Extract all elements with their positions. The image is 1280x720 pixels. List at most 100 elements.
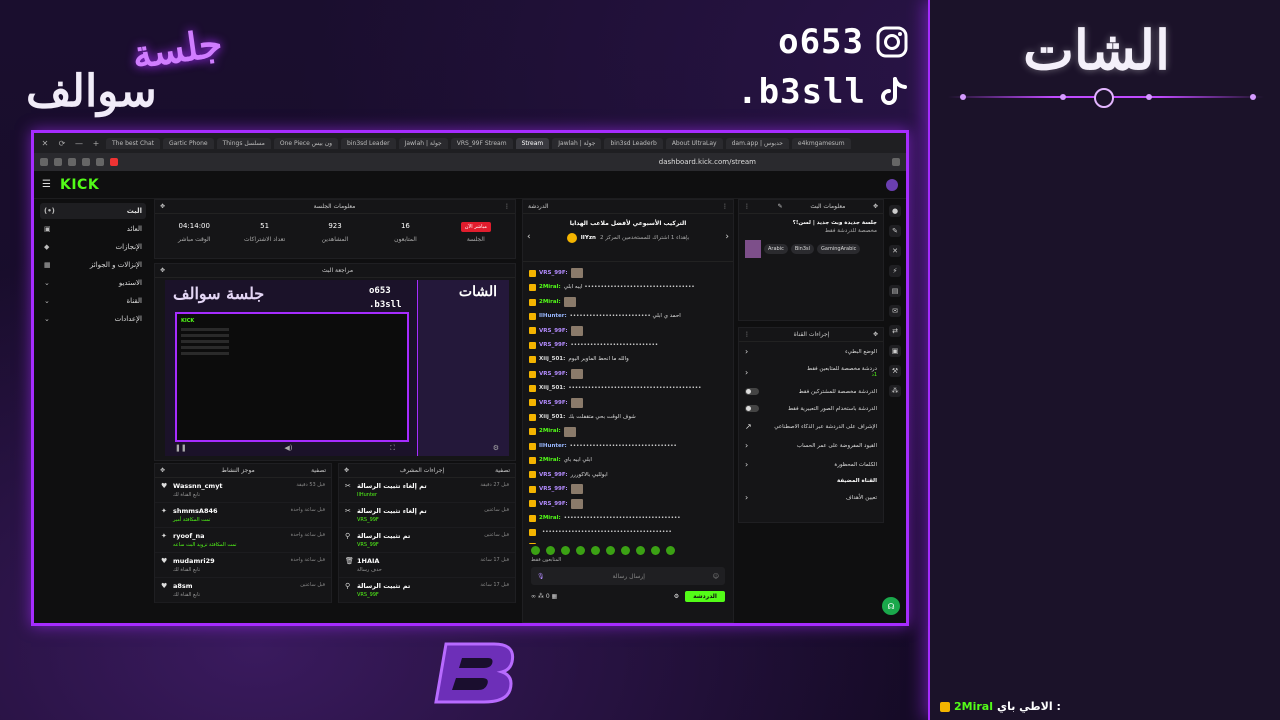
more-options-icon[interactable]: ⋮ <box>744 331 750 338</box>
edit-icon[interactable]: ✎ <box>889 225 901 237</box>
followers-only-row[interactable]: دردشة مخصصة للمتابعين فقط 1د › <box>739 361 883 383</box>
emote-icon[interactable] <box>591 546 600 555</box>
chat-username[interactable]: Xiij_501: <box>539 352 565 366</box>
drag-handle-icon[interactable]: ✥ <box>160 203 165 210</box>
more-options-icon[interactable]: ⋮ <box>722 203 728 210</box>
emote-icon[interactable] <box>636 546 645 555</box>
browser-tab[interactable]: bin3sd Leader <box>341 137 396 149</box>
chat-username[interactable]: VRS_99F: <box>539 367 568 381</box>
filter-button[interactable]: تصفية <box>495 467 510 474</box>
extension-icon[interactable] <box>68 158 76 166</box>
volume-icon[interactable]: ◀) <box>284 444 292 454</box>
browser-tab[interactable]: About UltraLay <box>665 137 723 149</box>
chat-username[interactable]: VRS_99F: <box>539 482 568 496</box>
rail-icon[interactable]: ⚡ <box>889 265 901 277</box>
tag-chip[interactable]: GamingArabic <box>817 244 861 254</box>
sidebar-item-achievements[interactable]: الإنجازات ◆ <box>40 239 146 255</box>
minimize-icon[interactable]: — <box>72 139 86 148</box>
headset-icon[interactable]: ☊ <box>882 597 900 615</box>
extension-icon[interactable] <box>82 158 90 166</box>
chat-icon[interactable]: ✉ <box>889 305 901 317</box>
sidebar-item-channel[interactable]: القناة ⌄ <box>40 293 146 309</box>
rail-icon[interactable]: ▣ <box>889 345 901 357</box>
chevron-right-icon[interactable]: › <box>725 232 729 242</box>
emote-icon[interactable] <box>531 546 540 555</box>
subscribers-only-toggle[interactable] <box>745 388 759 395</box>
banned-words-row[interactable]: الكلمات المحظورة › <box>739 455 883 474</box>
bookmark-icon[interactable] <box>892 158 900 166</box>
chat-username[interactable]: 2Miral: <box>539 453 561 467</box>
browser-tab[interactable]: Jawlah | جولة <box>398 137 448 149</box>
chat-username[interactable]: VRS_99F: <box>539 266 568 280</box>
chat-username[interactable]: IlHunter: <box>539 439 567 453</box>
address-bar[interactable]: dashboard.kick.com/stream <box>124 158 886 166</box>
reload-icon[interactable]: ⟳ <box>55 139 69 148</box>
drag-handle-icon[interactable]: ✥ <box>344 467 349 474</box>
rail-icon[interactable]: ⁂ <box>889 385 901 397</box>
browser-tab[interactable]: Jawlah | جولة <box>552 137 602 149</box>
browser-tab[interactable]: Gartic Phone <box>162 137 214 149</box>
tag-chip[interactable]: Arabic <box>764 244 788 254</box>
chat-username[interactable]: 2Miral: <box>539 280 561 294</box>
tag-chip[interactable]: Bin3sl <box>790 244 815 254</box>
browser-tab[interactable]: VRS_99F Stream <box>450 137 513 149</box>
chat-send-button[interactable]: الدردشة <box>685 591 725 602</box>
chat-username[interactable]: 2Miral: <box>539 540 561 545</box>
chat-username[interactable]: VRS_99F: <box>539 396 568 410</box>
sidebar-item-settings[interactable]: الإعدادات ⌄ <box>40 311 146 327</box>
pinned-message[interactable]: ‹ › التركيب الأسبوعي لأفضل ملاعب الهدايا… <box>523 214 733 262</box>
close-icon[interactable]: ✕ <box>38 139 52 148</box>
sidebar-item-studio[interactable]: الاستديو ⌄ <box>40 275 146 291</box>
ai-moderation-row[interactable]: الإشراف على الدردشة عبر الذكاء الاصطناعي… <box>739 417 883 436</box>
emotes-only-toggle[interactable] <box>745 405 759 412</box>
chat-username[interactable]: 2Miral: <box>539 511 561 525</box>
settings-icon[interactable]: ⚙ <box>674 593 679 600</box>
settings-icon[interactable]: ⚙ <box>493 444 499 454</box>
more-options-icon[interactable]: ⋮ <box>504 203 510 210</box>
rail-icon[interactable]: ▤ <box>889 285 901 297</box>
chat-username[interactable]: Xiij_501: <box>539 381 565 395</box>
browser-tab-active[interactable]: Stream <box>515 137 550 149</box>
browser-tab[interactable]: Things مسلسل <box>216 137 271 149</box>
rail-icon[interactable]: ✕ <box>889 245 901 257</box>
browser-tab[interactable]: The best Chat <box>106 137 160 149</box>
chat-username[interactable]: Xiij_501: <box>539 410 565 424</box>
sidebar-item-drops[interactable]: الإنزالات و الجوائز ▦ <box>40 257 146 273</box>
browser-tab[interactable]: dam.app | حدبوس <box>725 137 789 149</box>
chat-username[interactable]: VRS_99F: <box>539 497 568 511</box>
emote-icon[interactable] <box>576 546 585 555</box>
drag-handle-icon[interactable]: ✥ <box>873 203 878 210</box>
rail-icon[interactable]: ⇄ <box>889 325 901 337</box>
mic-icon[interactable]: 🎙 <box>537 573 545 580</box>
hamburger-menu-icon[interactable]: ☰ <box>42 179 52 190</box>
emoji-icon[interactable]: ☺ <box>713 573 719 580</box>
chevron-left-icon[interactable]: ‹ <box>527 232 531 242</box>
pause-icon[interactable]: ❚❚ <box>175 444 187 454</box>
extension-icon[interactable] <box>96 158 104 166</box>
drag-handle-icon[interactable]: ✥ <box>160 267 165 274</box>
edit-icon[interactable]: ✎ <box>778 203 783 210</box>
browser-tab[interactable]: bin3sd Leaderb <box>604 137 663 149</box>
emote-icon[interactable] <box>621 546 630 555</box>
chat-username[interactable]: VRS_99F: <box>539 338 568 352</box>
account-age-row[interactable]: القيود المفروضة على عمر الحساب › <box>739 436 883 455</box>
filter-button[interactable]: تصفية <box>311 467 326 474</box>
chat-username[interactable]: 2Miral: <box>539 424 561 438</box>
new-tab-icon[interactable]: + <box>89 139 103 148</box>
extension-icon[interactable] <box>54 158 62 166</box>
browser-tab[interactable]: One Piece ون بيس <box>273 137 339 149</box>
stream-preview-video[interactable]: جلسة سوالف o653 .b3sll KICK الشات ❚❚ ◀) ⛶… <box>165 280 509 456</box>
emote-icon[interactable] <box>561 546 570 555</box>
emote-icon[interactable] <box>666 546 675 555</box>
slow-mode-row[interactable]: الوضع البطيء › <box>739 342 883 361</box>
more-options-icon[interactable]: ⋮ <box>744 203 750 210</box>
emote-icon[interactable] <box>651 546 660 555</box>
set-goals-row[interactable]: تعيين الأهداف › <box>739 488 883 507</box>
browser-tab[interactable]: e4kmgamesum <box>791 137 851 149</box>
extension-icon[interactable] <box>110 158 118 166</box>
drag-handle-icon[interactable]: ✥ <box>160 467 165 474</box>
menu-icon[interactable] <box>40 158 48 166</box>
chat-username[interactable]: VRS_99F: <box>539 468 568 482</box>
rail-icon[interactable]: ● <box>889 205 901 217</box>
wrench-icon[interactable]: ⚒ <box>889 365 901 377</box>
